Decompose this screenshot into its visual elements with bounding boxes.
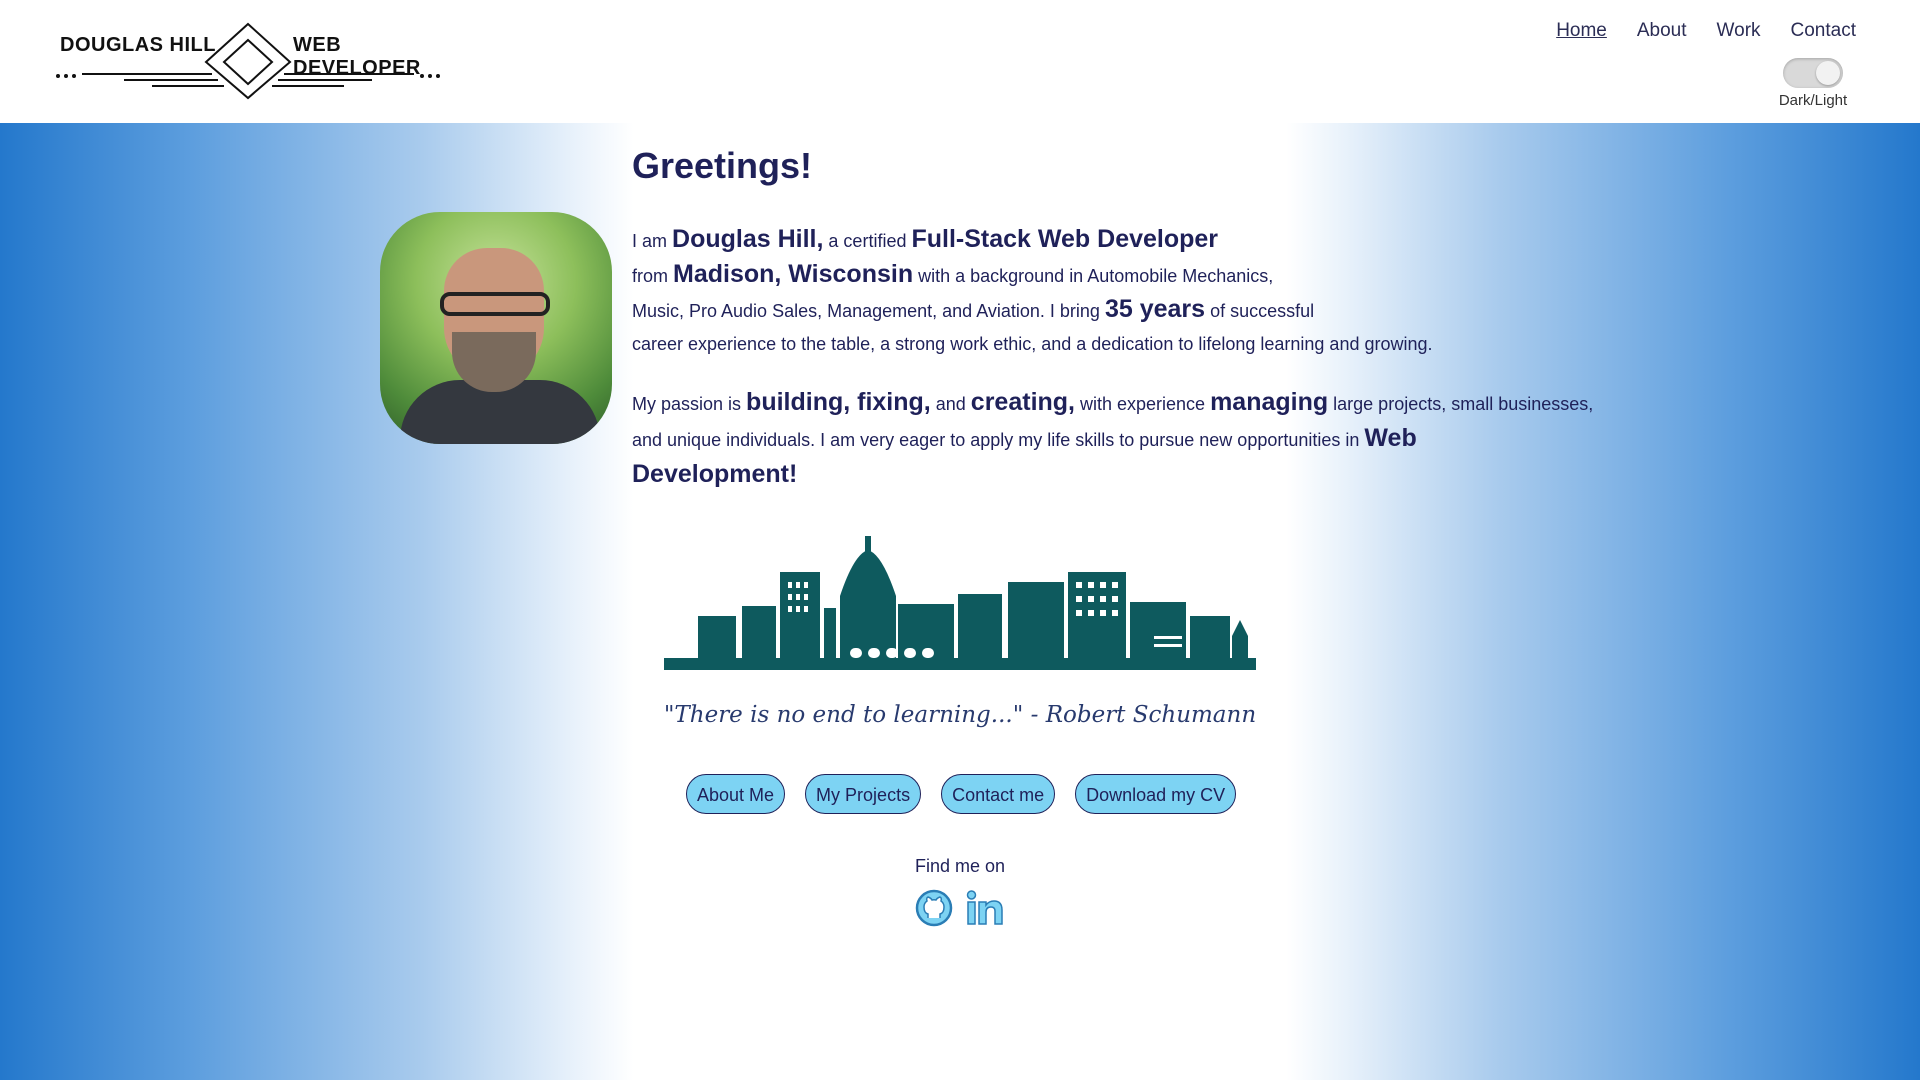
intro-role: Full-Stack Web Developer: [911, 225, 1219, 253]
site-header: DOUGLAS HILL WEB DEVELOPER Home About Wo…: [0, 0, 1920, 123]
intro-name: Douglas Hill,: [672, 225, 824, 253]
page-title: Greetings!: [632, 145, 813, 186]
madison-skyline-image: [664, 536, 1256, 670]
github-icon[interactable]: [914, 888, 954, 933]
passion-text: and unique individuals. I am very eager …: [632, 430, 1365, 450]
intro-text: Music, Pro Audio Sales, Management, and …: [632, 301, 1105, 321]
passion-paragraph: My passion is building, fixing, and crea…: [632, 384, 1593, 492]
intro-text: I am: [632, 231, 673, 251]
profile-photo: [380, 212, 612, 444]
theme-toggle[interactable]: [1783, 58, 1843, 88]
social-links: [914, 888, 1006, 933]
nav-contact[interactable]: Contact: [1791, 20, 1856, 42]
theme-toggle-group: Dark/Light: [1768, 58, 1858, 109]
contact-me-button[interactable]: Contact me: [941, 774, 1056, 814]
site-logo[interactable]: DOUGLAS HILL WEB DEVELOPER: [52, 20, 452, 102]
linkedin-icon[interactable]: [964, 888, 1006, 933]
intro-text: from: [632, 266, 674, 286]
quote-text: "There is no end to learning..." - Rober…: [663, 702, 1257, 728]
passion-text: large projects, small businesses,: [1328, 394, 1594, 414]
intro-paragraph: I am Douglas Hill, a certified Full-Stac…: [632, 222, 1433, 362]
passion-highlight: building, fixing,: [746, 388, 931, 416]
logo-name: DOUGLAS HILL: [60, 34, 216, 56]
logo-title: WEB DEVELOPER: [293, 34, 421, 79]
theme-toggle-label: Dark/Light: [1778, 92, 1848, 109]
passion-highlight: managing: [1210, 388, 1329, 416]
nav-home[interactable]: Home: [1556, 20, 1607, 42]
passion-line-2: and unique individuals. I am very eager …: [632, 420, 1593, 456]
main-nav: Home About Work Contact: [1556, 20, 1856, 42]
passion-text: and: [930, 394, 971, 414]
intro-location: Madison, Wisconsin: [673, 260, 914, 288]
nav-about[interactable]: About: [1637, 20, 1687, 42]
passion-line-3: Development!: [632, 460, 798, 488]
intro-line-4: career experience to the table, a strong…: [632, 334, 1433, 354]
nav-work[interactable]: Work: [1717, 20, 1761, 42]
intro-text: with a background in Automobile Mechanic…: [913, 266, 1274, 286]
action-buttons: About Me My Projects Contact me Download…: [686, 774, 1237, 814]
intro-line-1: I am Douglas Hill, a certified Full-Stac…: [632, 222, 1433, 257]
intro-line-3: Music, Pro Audio Sales, Management, and …: [632, 292, 1433, 327]
intro-line-2: from Madison, Wisconsin with a backgroun…: [632, 257, 1433, 292]
passion-highlight: creating,: [970, 388, 1075, 416]
intro-years: 35 years: [1104, 295, 1206, 323]
intro-text: a certified: [823, 231, 912, 251]
passion-line-1: My passion is building, fixing, and crea…: [632, 384, 1593, 420]
passion-text: My passion is: [632, 394, 747, 414]
passion-text: with experience: [1075, 394, 1211, 414]
download-cv-button[interactable]: Download my CV: [1075, 774, 1237, 814]
passion-highlight: Web: [1364, 424, 1417, 452]
toggle-knob: [1816, 61, 1840, 85]
photo-glasses: [440, 292, 550, 316]
find-me-label: Find me on: [914, 856, 1006, 876]
intro-text: of successful: [1205, 301, 1315, 321]
about-me-button[interactable]: About Me: [686, 774, 786, 814]
my-projects-button[interactable]: My Projects: [805, 774, 922, 814]
